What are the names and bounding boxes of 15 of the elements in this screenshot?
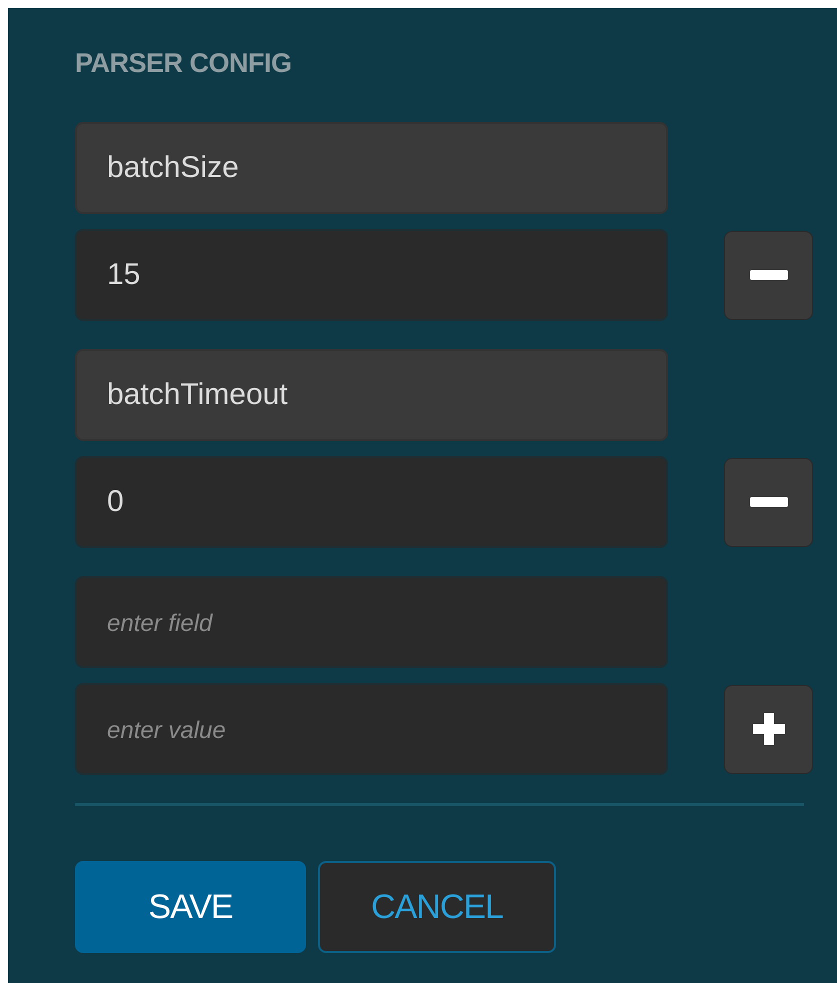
minus-icon xyxy=(750,497,788,507)
field-name-input[interactable]: enter field xyxy=(75,576,668,668)
field-name-input[interactable]: batchSize xyxy=(75,122,668,214)
remove-button[interactable] xyxy=(724,230,813,320)
field-value-input[interactable]: enter value xyxy=(75,683,668,775)
plus-icon xyxy=(752,713,784,745)
save-button[interactable]: SAVE xyxy=(75,861,306,953)
minus-icon xyxy=(750,270,788,280)
field-value-input[interactable]: 0 xyxy=(75,456,668,548)
remove-button[interactable] xyxy=(724,458,813,546)
section-title: PARSER CONFIG xyxy=(75,47,293,80)
add-button[interactable] xyxy=(724,684,813,774)
cancel-button[interactable]: CANCEL xyxy=(318,861,556,953)
field-value-input[interactable]: 15 xyxy=(75,229,668,321)
field-name-input[interactable]: batchTimeout xyxy=(75,349,668,441)
